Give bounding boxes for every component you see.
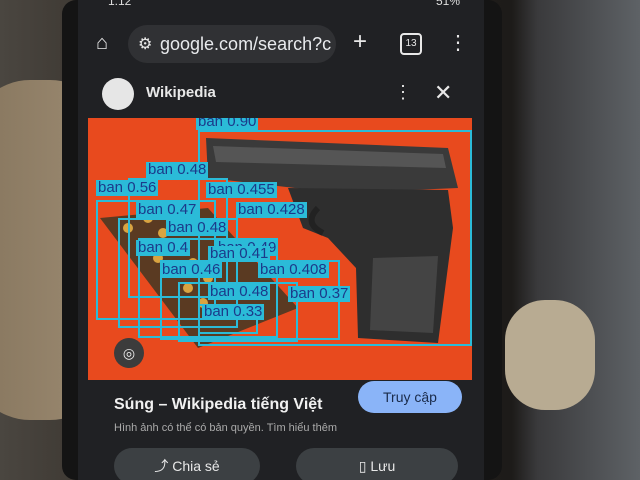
save-button[interactable]: ▯ Lưu: [296, 448, 458, 480]
save-label: Lưu: [370, 458, 396, 474]
bookmark-icon: ▯: [358, 458, 371, 474]
detection-label: ban 0.428: [236, 201, 307, 218]
site-name: Wikipedia: [146, 84, 216, 101]
url-text[interactable]: google.com/search?cl: [160, 34, 332, 55]
lens-icon[interactable]: ◎: [114, 338, 144, 368]
status-time: 1:12: [108, 0, 132, 8]
share-label: Chia sẻ: [172, 458, 220, 474]
browser-toolbar: ⌂ ⚙ google.com/search?cl + 13 ⋮: [78, 22, 484, 66]
detection-label: ban 0.56: [96, 179, 159, 196]
result-image[interactable]: ban 0.90 ban 0.48 ban 0.56 ban 0.455 ban…: [88, 118, 472, 380]
detection-label: ban 0.408: [258, 261, 329, 278]
more-menu-icon[interactable]: ⋮: [448, 30, 468, 55]
detection-label: ban 0.455: [206, 181, 277, 198]
address-bar[interactable]: ⚙ google.com/search?cl: [128, 25, 336, 63]
status-bar: 1:12 51%: [78, 0, 484, 12]
detection-label: ban 0.48: [208, 283, 271, 300]
detection-label: ban 0.41: [208, 245, 271, 262]
detection-label: ban 0.46: [160, 261, 223, 278]
detection-label: ban 0.47: [136, 201, 199, 218]
tab-switcher-button[interactable]: 13: [400, 33, 422, 55]
detection-label: ban 0.37: [288, 285, 351, 302]
detection-label: ban 0.48: [146, 161, 209, 178]
site-avatar: [102, 78, 134, 110]
share-icon: ⤴: [154, 458, 173, 474]
kebab-menu-icon[interactable]: ⋮: [394, 82, 412, 103]
close-icon[interactable]: ✕: [434, 80, 452, 106]
detection-label: ban 0.90: [196, 118, 259, 130]
site-settings-icon[interactable]: ⚙: [138, 34, 152, 54]
battery-level: 51%: [435, 0, 460, 8]
visit-button[interactable]: Truy cập: [358, 381, 462, 413]
share-button[interactable]: ⤴ Chia sẻ: [114, 448, 260, 480]
detection-label: ban 0.4: [136, 239, 191, 256]
result-header: Wikipedia ⋮ ✕: [78, 72, 484, 116]
detection-label: ban 0.33: [202, 303, 265, 320]
detection-label: ban 0.48: [166, 219, 229, 236]
copyright-notice: Hình ảnh có thể có bản quyền. Tìm hiểu t…: [114, 422, 337, 434]
right-thumb: [505, 300, 595, 410]
new-tab-icon[interactable]: +: [353, 28, 367, 56]
phone-screen: 1:12 51% ⌂ ⚙ google.com/search?cl + 13 ⋮…: [78, 0, 484, 480]
home-icon[interactable]: ⌂: [96, 32, 108, 55]
result-title[interactable]: Súng – Wikipedia tiếng Việt: [114, 396, 322, 414]
